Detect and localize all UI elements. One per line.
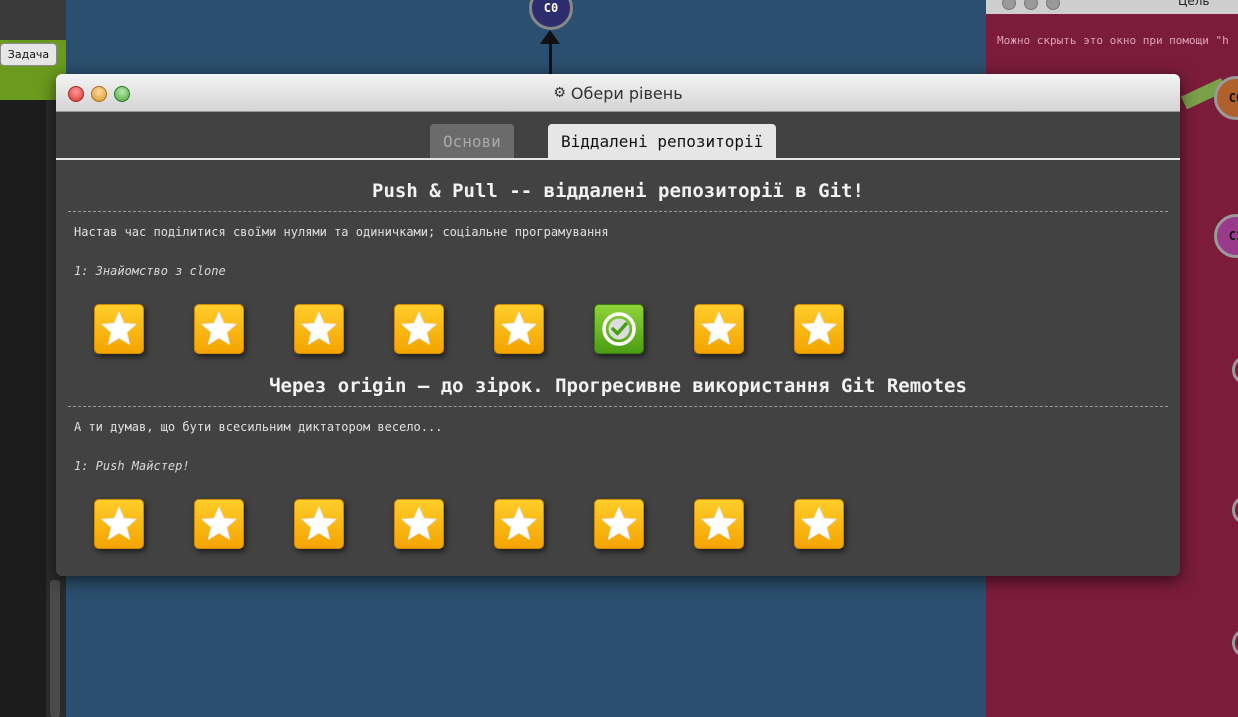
level-button[interactable]: [194, 304, 244, 354]
star-icon: [801, 506, 837, 540]
star-icon: [301, 311, 337, 345]
task-button[interactable]: Задача: [0, 43, 57, 66]
commit-edge-arrowhead: [540, 30, 560, 44]
gear-icon: ⚙: [553, 85, 566, 101]
level-button[interactable]: [594, 499, 644, 549]
star-icon: [201, 311, 237, 345]
dialog-title-wrap: ⚙ Обери рівень: [56, 74, 1180, 112]
section-description: Настав час поділитися своїми нулями та о…: [74, 225, 609, 239]
star-icon: [101, 311, 137, 345]
star-icon: [101, 506, 137, 540]
section-subtitle: 1: Знайомство з clone: [74, 264, 226, 278]
level-button[interactable]: [94, 304, 144, 354]
level-button[interactable]: [94, 499, 144, 549]
star-icon: [401, 506, 437, 540]
section-divider: [68, 211, 1168, 212]
level-button[interactable]: [694, 499, 744, 549]
star-icon: [301, 506, 337, 540]
star-icon: [501, 311, 537, 345]
level-button[interactable]: [394, 304, 444, 354]
level-button[interactable]: [494, 499, 544, 549]
left-scrollbar-thumb[interactable]: [50, 580, 60, 717]
section-subtitle: 1: Push Майстер!: [74, 459, 190, 473]
level-button[interactable]: [794, 499, 844, 549]
level-button[interactable]: [694, 304, 744, 354]
dialog-titlebar[interactable]: ⚙ Обери рівень: [56, 74, 1180, 112]
star-icon: [201, 506, 237, 540]
level-button[interactable]: [294, 304, 344, 354]
level-button[interactable]: [294, 499, 344, 549]
star-icon: [801, 311, 837, 345]
star-icon: [701, 506, 737, 540]
goal-panel-hint: Можно скрыть это окно при помощи "h: [997, 34, 1229, 47]
level-button[interactable]: [794, 304, 844, 354]
level-button-completed[interactable]: [594, 304, 644, 354]
star-icon: [601, 506, 637, 540]
goal-panel-title: Цель: [1178, 0, 1210, 8]
section-title: Push & Pull -- віддалені репозиторії в G…: [372, 180, 864, 202]
star-icon: [701, 311, 737, 345]
level-tabs: Основи Віддалені репозиторії: [56, 124, 1180, 159]
section-divider: [68, 406, 1168, 407]
level-button[interactable]: [494, 304, 544, 354]
tab-basics[interactable]: Основи: [430, 124, 514, 159]
section-title: Через origin – до зірок. Прогресивне вик…: [269, 375, 967, 397]
level-button[interactable]: [394, 499, 444, 549]
star-icon: [401, 311, 437, 345]
checkmark-icon: [602, 312, 636, 346]
level-select-dialog: ⚙ Обери рівень Основи Віддалені репозито…: [56, 74, 1180, 576]
tab-remote-repositories[interactable]: Віддалені репозиторії: [548, 124, 777, 159]
section-description: А ти думав, що бути всесильним диктаторо…: [74, 420, 443, 434]
level-button[interactable]: [194, 499, 244, 549]
tab-divider: [56, 158, 1180, 160]
star-icon: [501, 506, 537, 540]
dialog-title: Обери рівень: [570, 83, 683, 103]
